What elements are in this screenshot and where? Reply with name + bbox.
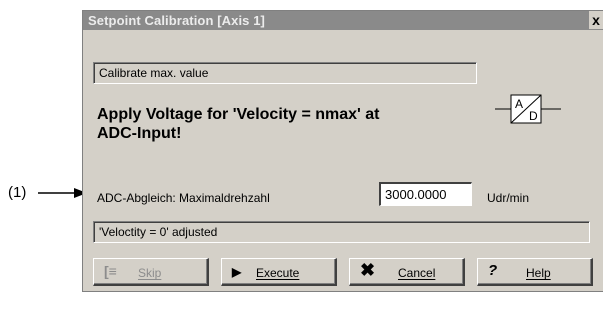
execute-button[interactable]: ▶ Execute (221, 258, 337, 286)
callout-label: (1) (8, 184, 27, 201)
skip-button[interactable]: [≡ Skip (93, 258, 209, 286)
window-title: Setpoint Calibration [Axis 1] (88, 13, 265, 28)
adc-converter-icon: A D (495, 94, 561, 124)
calibration-dialog: Setpoint Calibration [Axis 1] x Calibrat… (82, 10, 603, 292)
max-speed-value: 3000.0000 (385, 187, 447, 202)
max-speed-label: ADC-Abgleich: Maximaldrehzahl (97, 191, 270, 205)
help-label: Help (526, 266, 551, 280)
max-speed-input[interactable]: 3000.0000 (379, 182, 472, 206)
adc-icon-d: D (529, 109, 538, 123)
instruction-line-2: ADC-Input! (97, 125, 182, 142)
question-icon: ? (488, 262, 498, 279)
instruction-text: Apply Voltage for 'Velocity = nmax' at A… (97, 105, 380, 143)
x-icon: ✖ (360, 260, 376, 280)
status-box: 'Veloctity = 0' adjusted (93, 221, 590, 243)
close-button[interactable]: x (589, 11, 603, 29)
execute-label: Execute (256, 266, 300, 280)
callout-arrow (38, 188, 87, 198)
max-speed-unit: Udr/min (487, 191, 530, 205)
help-button[interactable]: ? Help (477, 258, 593, 286)
skip-label: Skip (138, 266, 162, 280)
instruction-line-1: Apply Voltage for 'Velocity = nmax' at (97, 106, 380, 123)
status-text: 'Veloctity = 0' adjusted (99, 225, 218, 239)
play-icon: ▶ (232, 265, 242, 279)
skip-icon: [≡ (104, 263, 117, 279)
step-description-box: Calibrate max. value (93, 62, 477, 84)
adc-icon-a: A (515, 97, 523, 111)
cancel-label: Cancel (398, 266, 436, 280)
cancel-button[interactable]: ✖ Cancel (349, 258, 465, 286)
step-description: Calibrate max. value (99, 66, 209, 80)
title-bar[interactable]: Setpoint Calibration [Axis 1] x (83, 11, 603, 30)
